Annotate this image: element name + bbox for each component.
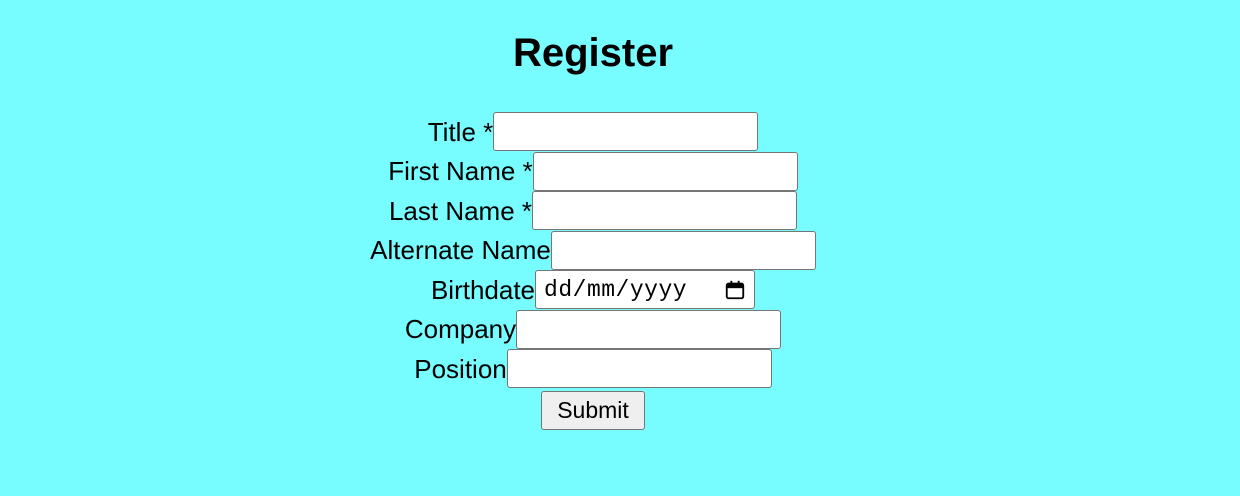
position-label: Position bbox=[414, 353, 507, 384]
first-name-row: First Name * bbox=[0, 151, 1186, 192]
last-name-input[interactable] bbox=[532, 191, 798, 231]
last-name-label: Last Name * bbox=[388, 195, 533, 226]
alternate-name-input[interactable] bbox=[550, 230, 816, 270]
company-input[interactable] bbox=[516, 309, 782, 349]
company-row: Company bbox=[0, 309, 1186, 350]
position-input[interactable] bbox=[506, 349, 772, 389]
first-name-label: First Name * bbox=[388, 156, 533, 187]
company-label: Company bbox=[404, 314, 517, 345]
birthdate-row: Birthdate dd/mm/yyyy bbox=[0, 270, 1186, 310]
title-input[interactable] bbox=[493, 112, 759, 152]
register-form: Title * First Name * Last Name * Alterna… bbox=[0, 112, 1186, 430]
register-page: Register Title * First Name * Last Name … bbox=[0, 0, 1240, 496]
birthdate-input[interactable]: dd/mm/yyyy bbox=[535, 270, 756, 310]
alternate-name-row: Alternate Name bbox=[0, 230, 1186, 271]
page-title: Register bbox=[512, 31, 674, 75]
position-row: Position bbox=[0, 349, 1186, 389]
first-name-input[interactable] bbox=[532, 151, 798, 191]
submit-row: Submit bbox=[0, 390, 1186, 430]
birthdate-label: Birthdate bbox=[430, 274, 536, 305]
submit-button[interactable]: Submit bbox=[541, 390, 645, 430]
last-name-row: Last Name * bbox=[0, 191, 1186, 231]
title-row: Title * bbox=[0, 112, 1186, 152]
birthdate-placeholder: dd/mm/yyyy bbox=[544, 276, 688, 303]
alternate-name-label: Alternate Name bbox=[370, 235, 551, 266]
calendar-icon[interactable] bbox=[724, 279, 746, 301]
title-label: Title * bbox=[427, 116, 494, 147]
